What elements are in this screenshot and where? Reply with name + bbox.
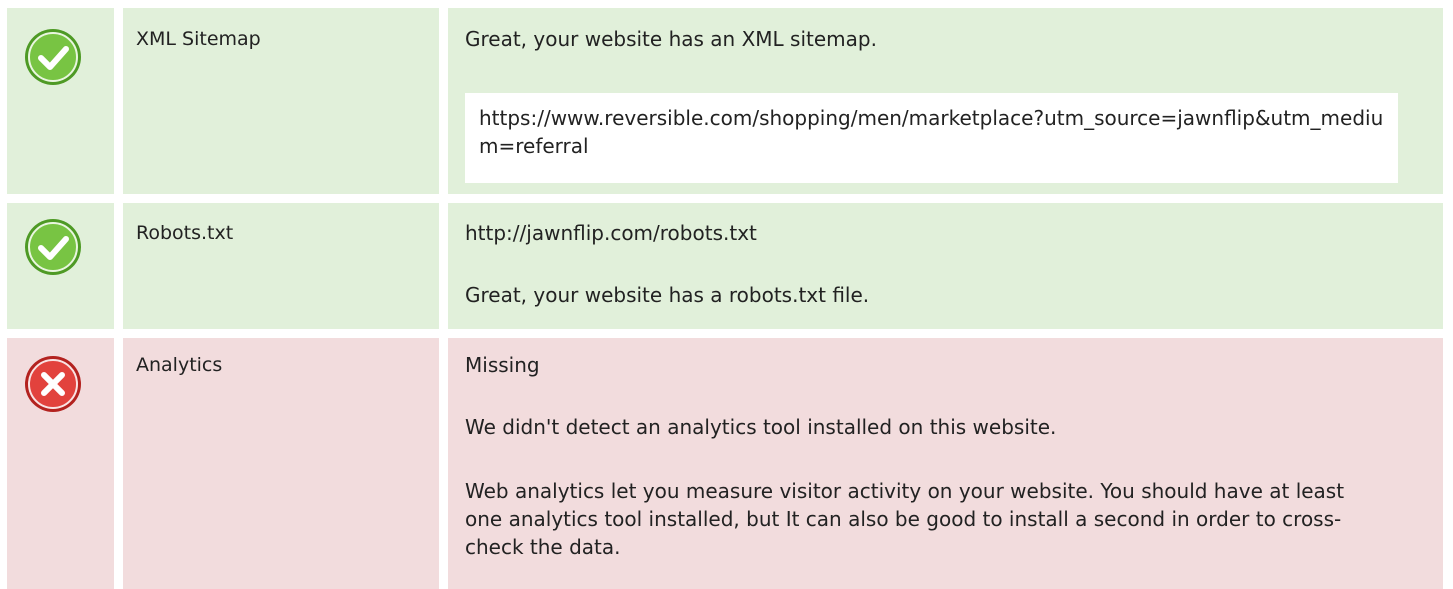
check-label: Robots.txt — [136, 222, 234, 244]
robots-url: http://jawnflip.com/robots.txt — [465, 221, 757, 245]
report-row-analytics: Analytics Missing We didn't detect an an… — [0, 338, 1453, 589]
check-message: Great, your website has an XML sitemap. — [465, 27, 877, 51]
x-circle-icon — [24, 355, 82, 413]
status-text: Missing — [465, 353, 540, 377]
status-cell — [7, 203, 114, 329]
check-message: Great, your website has a robots.txt fil… — [465, 283, 870, 307]
report-row-robots-txt: Robots.txt http://jawnflip.com/robots.tx… — [0, 203, 1453, 329]
check-message: We didn't detect an analytics tool insta… — [465, 415, 1057, 439]
sitemap-url: https://www.reversible.com/shopping/men/… — [465, 93, 1398, 183]
status-cell — [7, 338, 114, 589]
label-cell: Robots.txt — [123, 203, 439, 329]
check-circle-icon — [24, 218, 82, 276]
seo-report: XML Sitemap Great, your website has an X… — [0, 0, 1453, 589]
label-cell: Analytics — [123, 338, 439, 589]
status-cell — [7, 8, 114, 194]
check-label: Analytics — [136, 354, 223, 376]
message-cell: http://jawnflip.com/robots.txt Great, yo… — [448, 203, 1443, 329]
check-circle-icon — [24, 28, 82, 86]
message-cell: Missing We didn't detect an analytics to… — [448, 338, 1443, 589]
report-row-xml-sitemap: XML Sitemap Great, your website has an X… — [0, 8, 1453, 194]
label-cell: XML Sitemap — [123, 8, 439, 194]
message-cell: Great, your website has an XML sitemap. … — [448, 8, 1443, 194]
check-detail: Web analytics let you measure visitor ac… — [465, 479, 1345, 559]
check-label: XML Sitemap — [136, 28, 261, 50]
